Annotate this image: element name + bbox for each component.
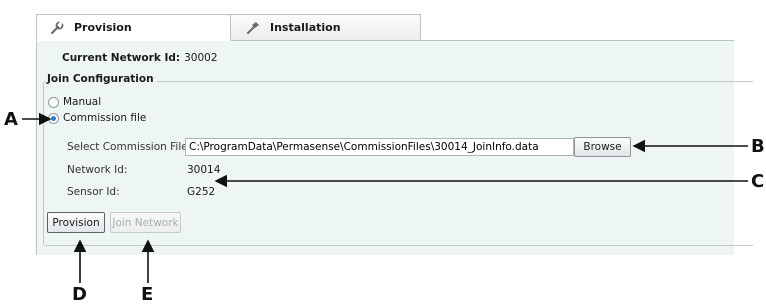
commission-file-path-input[interactable] [185, 138, 574, 156]
radio-manual-circle[interactable] [48, 96, 59, 108]
hammer-icon [245, 20, 261, 36]
current-network-id-value: 30002 [184, 52, 218, 64]
network-id-label: Network Id: [67, 164, 128, 176]
browse-button[interactable]: Browse [574, 137, 631, 157]
radio-manual[interactable]: Manual [48, 96, 101, 108]
radio-commission-file-circle[interactable] [48, 112, 59, 124]
tab-strip: Provision Installation [36, 14, 734, 41]
tab-provision[interactable]: Provision [36, 14, 231, 41]
callout-e-label: E [141, 284, 154, 305]
callout-d-label: D [72, 284, 87, 305]
sensor-id-value: G252 [187, 186, 216, 198]
tab-installation-label: Installation [270, 21, 341, 34]
join-configuration-legend: Join Configuration [46, 73, 157, 85]
current-network-id: Current Network Id: 30002 [62, 52, 218, 64]
radio-commission-file[interactable]: Commission file [48, 112, 146, 124]
tab-provision-label: Provision [74, 21, 132, 34]
sensor-id-label: Sensor Id: [67, 186, 120, 198]
callout-a-label: A [4, 109, 18, 130]
provision-button[interactable]: Provision [47, 212, 105, 233]
callout-b-label: B [751, 136, 765, 157]
network-id-value: 30014 [187, 164, 221, 176]
select-commission-file-label: Select Commission File: [67, 141, 192, 153]
wrench-icon [49, 20, 65, 36]
tab-installation[interactable]: Installation [231, 14, 421, 41]
radio-manual-label: Manual [63, 96, 102, 108]
callout-c-label: C [751, 171, 765, 192]
current-network-id-label: Current Network Id: [62, 52, 181, 64]
provision-panel: Current Network Id: 30002 Join Configurat… [36, 41, 753, 255]
join-network-button[interactable]: Join Network [110, 212, 181, 233]
radio-commission-file-label: Commission file [63, 112, 147, 124]
